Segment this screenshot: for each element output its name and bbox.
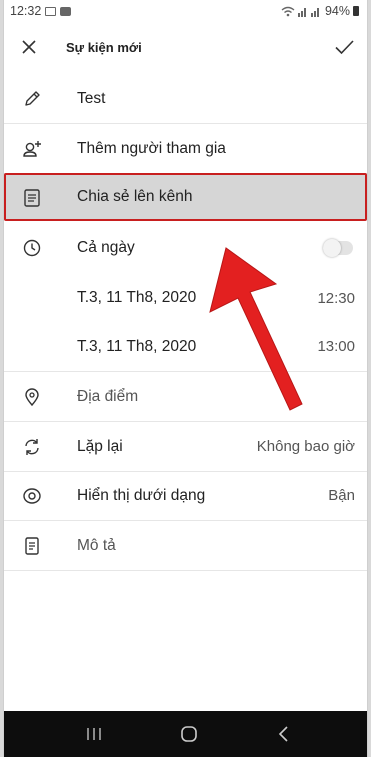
repeat-value[interactable]: Không bao giờ	[257, 438, 355, 455]
repeat-label: Lặp lại	[77, 437, 123, 455]
show-as-row[interactable]: Hiển thị dưới dạng Bận	[4, 471, 367, 521]
location-pin-icon	[25, 388, 39, 407]
gallery-notification-icon	[45, 6, 57, 16]
start-time[interactable]: 12:30	[317, 290, 355, 307]
event-title-row[interactable]: Test	[4, 74, 367, 124]
recent-apps-icon[interactable]	[64, 711, 124, 757]
signal-icon	[297, 7, 319, 17]
clock-icon	[23, 239, 41, 257]
app-bar: Sự kiện mới	[4, 22, 367, 74]
toggle-knob	[323, 239, 341, 257]
location-field[interactable]: Địa điểm	[77, 388, 138, 406]
home-icon[interactable]	[159, 711, 219, 757]
share-to-channel-row[interactable]: Chia sẻ lên kênh	[4, 173, 367, 221]
show-as-value[interactable]: Bận	[328, 487, 355, 504]
battery-percent: 94%	[324, 4, 350, 18]
notes-icon	[25, 537, 39, 555]
close-icon[interactable]	[18, 36, 40, 58]
annotation-arrow	[209, 247, 303, 411]
system-nav-bar	[4, 711, 367, 757]
eye-icon	[23, 488, 41, 504]
repeat-row[interactable]: Lặp lại Không bao giờ	[4, 422, 367, 472]
repeat-icon	[25, 439, 39, 455]
status-bar: 12:32 94%	[4, 0, 367, 22]
all-day-label: Cả ngày	[77, 239, 135, 256]
screen: 12:32 94% Sự kiện mới Test Thêm người th…	[3, 0, 368, 757]
pencil-icon	[25, 91, 40, 106]
add-participants-label: Thêm người tham gia	[77, 139, 226, 157]
start-date[interactable]: T.3, 11 Th8, 2020	[77, 289, 196, 307]
event-title-field[interactable]: Test	[77, 90, 105, 108]
status-time: 12:32	[10, 4, 42, 18]
add-person-icon	[23, 141, 41, 157]
description-field[interactable]: Mô tả	[77, 537, 116, 555]
wifi-icon	[281, 6, 295, 16]
check-icon[interactable]	[333, 36, 355, 58]
show-as-label: Hiển thị dưới dạng	[77, 486, 206, 504]
share-to-channel-label: Chia sẻ lên kênh	[77, 188, 193, 205]
end-time[interactable]: 13:00	[317, 338, 355, 355]
app-notification-icon	[60, 6, 72, 16]
page-title: Sự kiện mới	[66, 40, 142, 55]
end-date[interactable]: T.3, 11 Th8, 2020	[77, 338, 196, 356]
all-day-toggle[interactable]	[323, 239, 353, 257]
description-row[interactable]: Mô tả	[4, 521, 367, 571]
battery-icon	[353, 6, 359, 16]
channel-icon	[24, 189, 40, 207]
add-participants-row[interactable]: Thêm người tham gia	[4, 124, 367, 174]
back-icon[interactable]	[254, 711, 314, 757]
